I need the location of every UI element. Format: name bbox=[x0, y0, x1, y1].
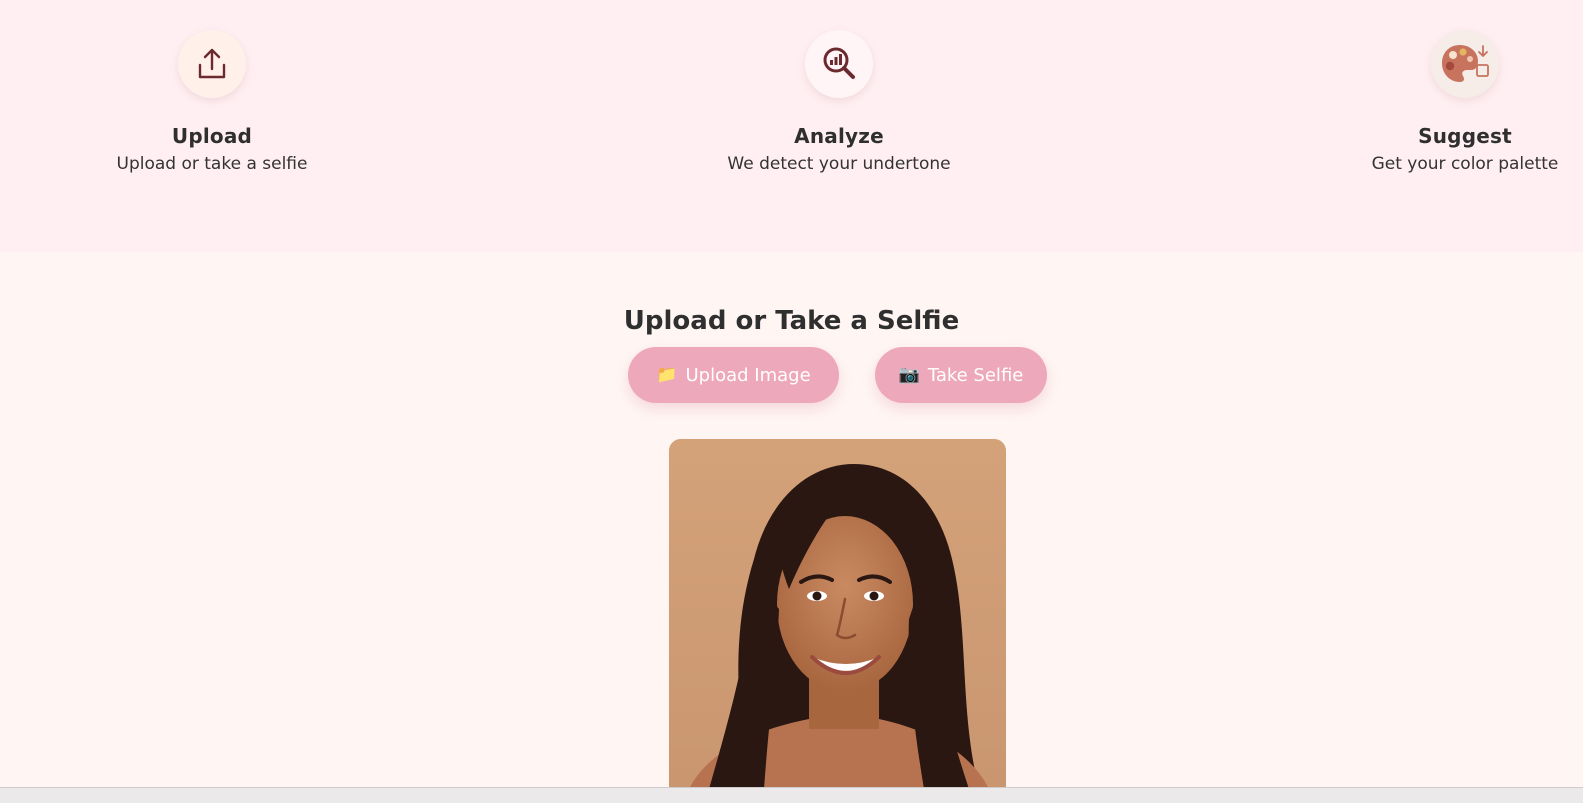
step-description: We detect your undertone bbox=[727, 154, 951, 174]
step-title: Analyze bbox=[794, 124, 884, 148]
selfie-preview-image bbox=[669, 439, 1006, 789]
upload-image-button[interactable]: 📁 Upload Image bbox=[628, 347, 839, 403]
how-it-works-band: Upload Upload or take a selfie Analyze W… bbox=[0, 0, 1583, 252]
section-title: Upload or Take a Selfie bbox=[623, 306, 960, 336]
upload-image-label: Upload Image bbox=[685, 364, 811, 386]
step-suggest: Suggest Get your color palette bbox=[1335, 30, 1583, 174]
bottom-bar bbox=[0, 787, 1583, 803]
upload-icon bbox=[198, 48, 226, 79]
step-title: Suggest bbox=[1418, 124, 1512, 148]
analyze-magnifier-icon bbox=[823, 47, 855, 79]
step-analyze-circle bbox=[805, 30, 873, 98]
step-upload-circle bbox=[178, 30, 246, 98]
step-description: Upload or take a selfie bbox=[116, 154, 308, 174]
camera-icon: 📷 bbox=[898, 365, 920, 385]
step-description: Get your color palette bbox=[1371, 154, 1559, 174]
take-selfie-button[interactable]: 📷 Take Selfie bbox=[875, 347, 1047, 403]
step-suggest-circle bbox=[1431, 30, 1499, 98]
portrait-illustration bbox=[669, 439, 1006, 789]
step-upload: Upload Upload or take a selfie bbox=[82, 30, 342, 174]
palette-icon bbox=[1442, 45, 1489, 82]
step-analyze: Analyze We detect your undertone bbox=[709, 30, 969, 174]
step-title: Upload bbox=[171, 124, 253, 148]
take-selfie-label: Take Selfie bbox=[927, 364, 1024, 386]
folder-icon: 📁 bbox=[656, 365, 678, 385]
upload-section: Upload or Take a Selfie 📁 Upload Image 📷… bbox=[0, 252, 1583, 789]
